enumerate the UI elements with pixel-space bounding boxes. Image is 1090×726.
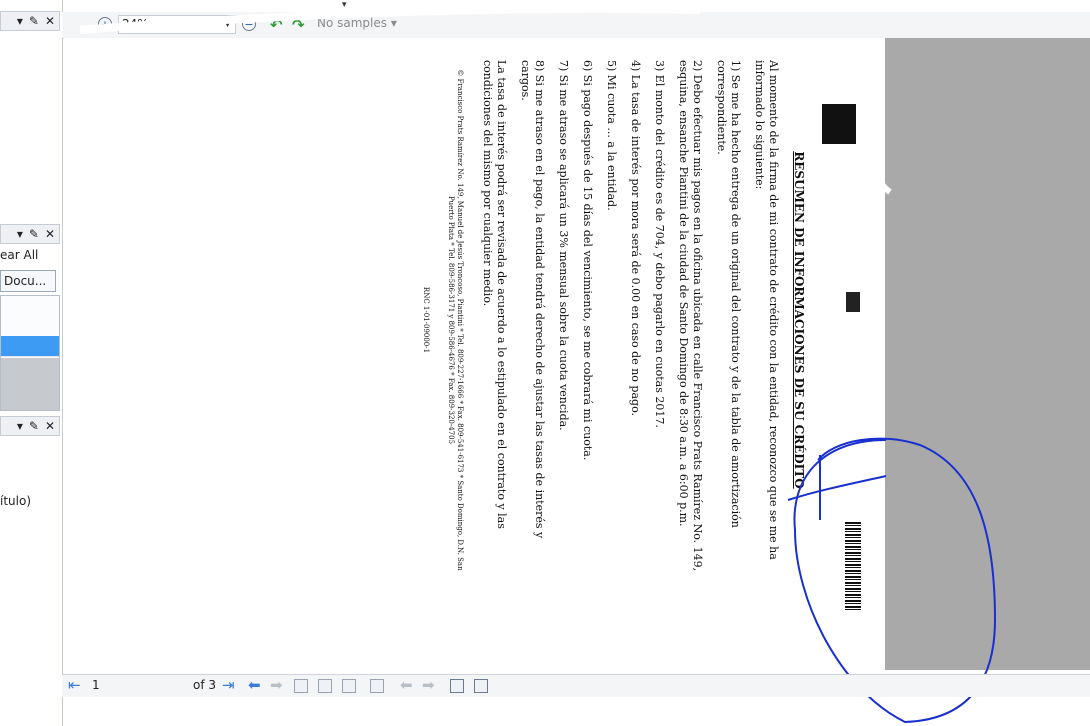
page-navigation-bar: ⇤ 1 of 3 ⇥ ⬅ ➡ ⬅ ➡ [62,674,1090,697]
copy-icon[interactable] [294,679,308,693]
annotation-overlay [79,5,997,724]
folder-icon[interactable] [342,679,356,693]
forward-arrow-icon[interactable]: ➡ [270,676,283,694]
scribble-stroke [872,148,892,195]
scribble-stroke [79,5,701,34]
list-icon[interactable] [318,679,332,693]
ink-stroke [787,475,887,501]
forward-disabled-icon[interactable]: ➡ [422,676,435,694]
back-arrow-icon[interactable]: ⬅ [248,676,261,694]
print-icon[interactable] [370,679,384,693]
last-page-icon[interactable]: ⇥ [222,676,235,694]
two-page-icon[interactable] [474,679,488,693]
back-disabled-icon[interactable]: ⬅ [400,676,413,694]
page-total-label: of 3 [193,678,217,692]
single-page-icon[interactable] [450,679,464,693]
page-number-input[interactable]: 1 [92,678,100,692]
first-page-icon[interactable]: ⇤ [68,676,81,694]
